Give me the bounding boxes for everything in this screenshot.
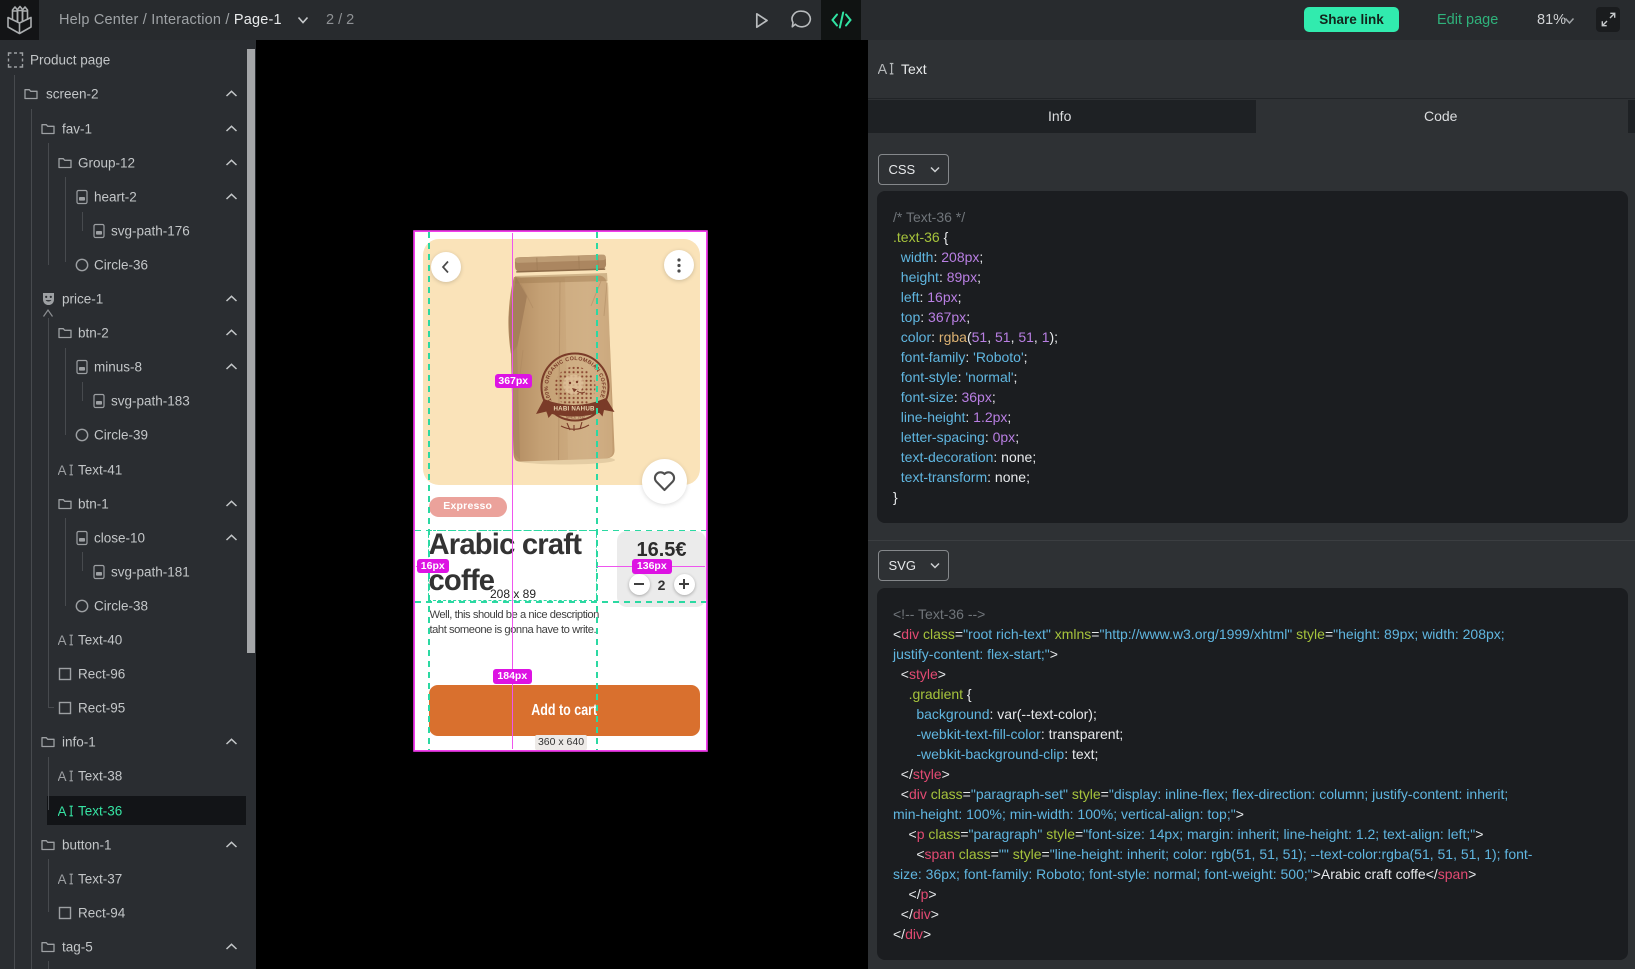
svg-text:SINCE 1932: SINCE 1932 xyxy=(566,416,585,420)
svg-text:A: A xyxy=(58,769,67,783)
svg-text:A: A xyxy=(58,872,67,886)
svg-text:A: A xyxy=(58,633,67,647)
svg-text:A: A xyxy=(878,62,888,76)
svg-text:HABI NAHUB: HABI NAHUB xyxy=(554,406,596,413)
svg-text:A: A xyxy=(58,463,67,477)
svg-text:A: A xyxy=(58,804,67,818)
